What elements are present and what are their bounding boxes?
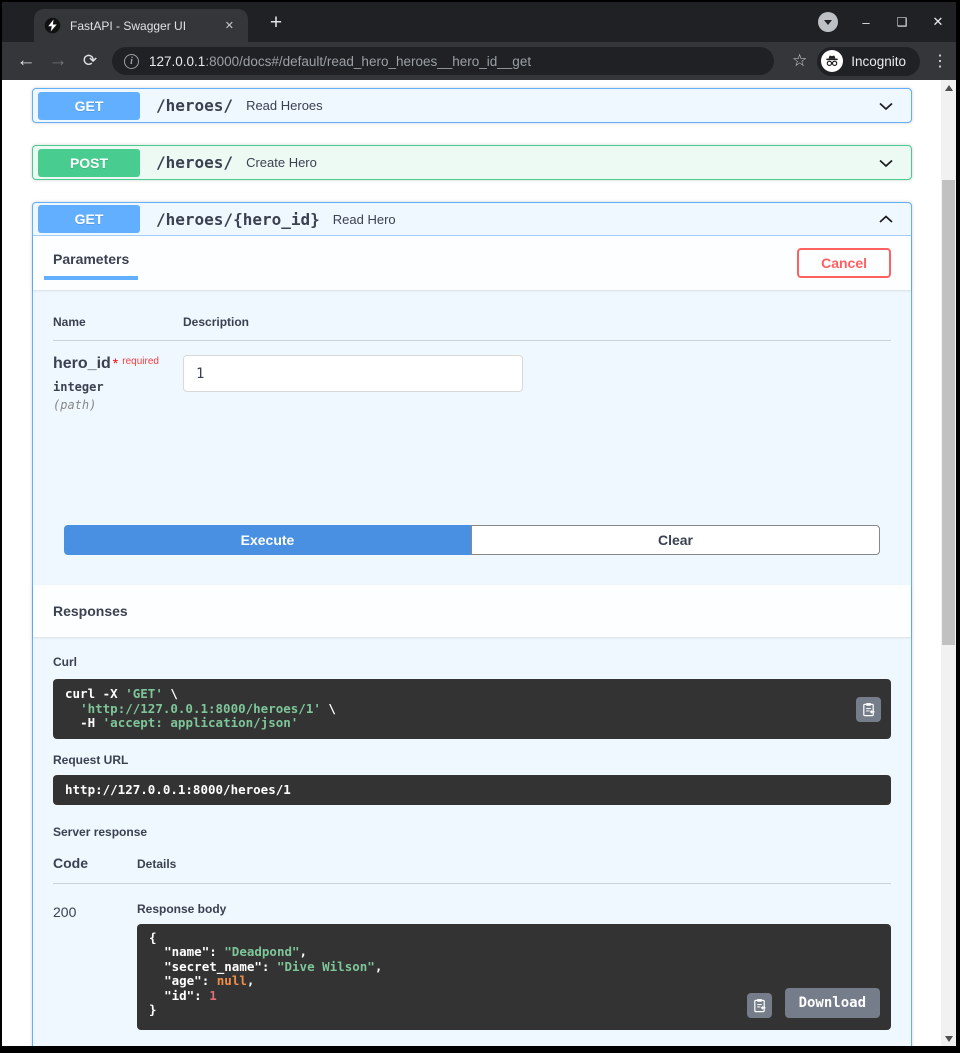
endpoint-body: Parameters Cancel Name Description hero_… (33, 236, 911, 1046)
endpoint-path: /heroes/ (156, 96, 234, 115)
scrollbar-thumb[interactable] (942, 180, 955, 645)
response-body-block: { "name": "Deadpond", "secret_name": "Di… (137, 923, 891, 1030)
parameter-location: (path) (53, 398, 97, 412)
endpoint-get-hero-by-id-summary[interactable]: GET /heroes/{hero_id} Read Hero (33, 203, 911, 236)
clear-button[interactable]: Clear (471, 525, 880, 555)
parameter-row-hero-id: hero_id * required integer (path) (53, 341, 891, 497)
browser-titlebar: FastAPI - Swagger UI ✕ + – ❑ ✕ (2, 2, 956, 42)
endpoint-summary-text: Read Hero (332, 211, 396, 227)
execute-row: Execute Clear (64, 525, 880, 585)
browser-tab[interactable]: FastAPI - Swagger UI ✕ (34, 9, 248, 42)
tab-parameters[interactable]: Parameters (44, 236, 139, 280)
endpoint-summary-text: Create Hero (246, 155, 317, 170)
responses-title: Responses (53, 603, 128, 619)
endpoint-post-heroes-summary[interactable]: POST /heroes/ Create Hero (33, 146, 911, 179)
scroll-down-arrow[interactable] (941, 1031, 956, 1046)
browser-menu-icon[interactable]: ⋮ (932, 51, 948, 71)
responses-section-header: Responses (33, 585, 911, 637)
tab-title: FastAPI - Swagger UI (70, 18, 187, 33)
forward-button[interactable]: → (42, 50, 74, 72)
endpoint-get-heroes-summary[interactable]: GET /heroes/ Read Heroes (33, 89, 911, 122)
required-star: * (112, 355, 119, 371)
parameters-table: Name Description hero_id * required intege… (33, 290, 911, 497)
hero-id-input[interactable] (183, 355, 523, 392)
caret-down-icon (824, 20, 832, 25)
endpoint-get-heroes: GET /heroes/ Read Heroes (32, 88, 912, 123)
url-host: 127.0.0.1 (149, 53, 206, 69)
copy-curl-button[interactable] (856, 696, 881, 722)
swagger-page: GET /heroes/ Read Heroes POST /heroes/ C… (2, 80, 956, 1046)
execute-button[interactable]: Execute (64, 525, 471, 555)
clipboard-icon (863, 702, 875, 716)
curl-label: Curl (53, 655, 77, 669)
endpoint-path: /heroes/{hero_id} (156, 209, 320, 229)
parameters-section-header: Parameters Cancel (33, 236, 911, 290)
copy-response-button[interactable] (746, 992, 772, 1018)
browser-toolbar: ← → ⟳ i 127.0.0.1:8000/docs#/default/rea… (2, 42, 956, 80)
incognito-badge: Incognito (817, 46, 920, 76)
server-response-label: Server response (53, 824, 148, 839)
column-header-description: Description (183, 315, 250, 329)
endpoint-path: /heroes/ (156, 153, 234, 172)
chevron-up-icon (879, 215, 893, 223)
new-tab-button[interactable]: + (262, 10, 290, 38)
window-close-button[interactable]: ✕ (930, 14, 946, 30)
url-path: :8000/docs#/default/read_hero_heroes__he… (205, 53, 532, 69)
chevron-down-icon (879, 102, 893, 110)
endpoint-summary-text: Read Heroes (246, 98, 323, 113)
scroll-up-arrow[interactable] (941, 80, 956, 95)
page-scrollbar[interactable] (941, 80, 956, 1046)
column-header-code: Code (53, 854, 88, 871)
server-response-row: 200 Response body { "name": "Deadpond", … (53, 884, 891, 1047)
tab-search-button[interactable] (818, 12, 838, 32)
parameter-type: integer (53, 380, 104, 394)
server-response-table-header: Code Details (53, 855, 891, 884)
clipboard-icon (753, 998, 766, 1012)
endpoint-post-heroes: POST /heroes/ Create Hero (32, 145, 912, 180)
method-badge-get: GET (38, 91, 140, 120)
reload-button[interactable]: ⟳ (74, 51, 106, 71)
back-button[interactable]: ← (10, 50, 42, 72)
request-url-block: http://127.0.0.1:8000/heroes/1 (53, 774, 891, 805)
method-badge-get: GET (38, 205, 140, 233)
site-info-icon[interactable]: i (124, 53, 139, 69)
incognito-icon (821, 50, 844, 72)
response-headers-label: Response headers (137, 1046, 891, 1047)
minimize-button[interactable]: – (858, 15, 874, 30)
column-header-details: Details (137, 856, 177, 871)
bookmark-star-icon[interactable]: ☆ (792, 51, 807, 71)
download-button[interactable]: Download (784, 987, 880, 1018)
column-header-name: Name (53, 315, 86, 329)
url-text: 127.0.0.1:8000/docs#/default/read_hero_h… (149, 54, 531, 69)
incognito-label: Incognito (851, 53, 906, 69)
maximize-button[interactable]: ❑ (894, 15, 910, 29)
cancel-button[interactable]: Cancel (797, 248, 891, 278)
request-url-label: Request URL (53, 752, 129, 767)
fastapi-favicon-icon (44, 17, 61, 34)
curl-command-block: curl -X 'GET' \ 'http://127.0.0.1:8000/h… (53, 679, 891, 739)
tab-close-icon[interactable]: ✕ (221, 17, 238, 34)
address-bar[interactable]: i 127.0.0.1:8000/docs#/default/read_hero… (112, 47, 774, 75)
endpoint-get-hero-by-id: GET /heroes/{hero_id} Read Hero Paramete… (32, 202, 912, 1046)
parameter-name: hero_id (53, 355, 111, 372)
method-badge-post: POST (38, 148, 140, 177)
required-label: required (122, 356, 159, 367)
response-body-label: Response body (137, 901, 227, 916)
chevron-down-icon (879, 159, 893, 167)
status-code: 200 (53, 903, 77, 920)
responses-area: Curl curl -X 'GET' \ 'http://127.0.0.1:8… (33, 637, 911, 1046)
